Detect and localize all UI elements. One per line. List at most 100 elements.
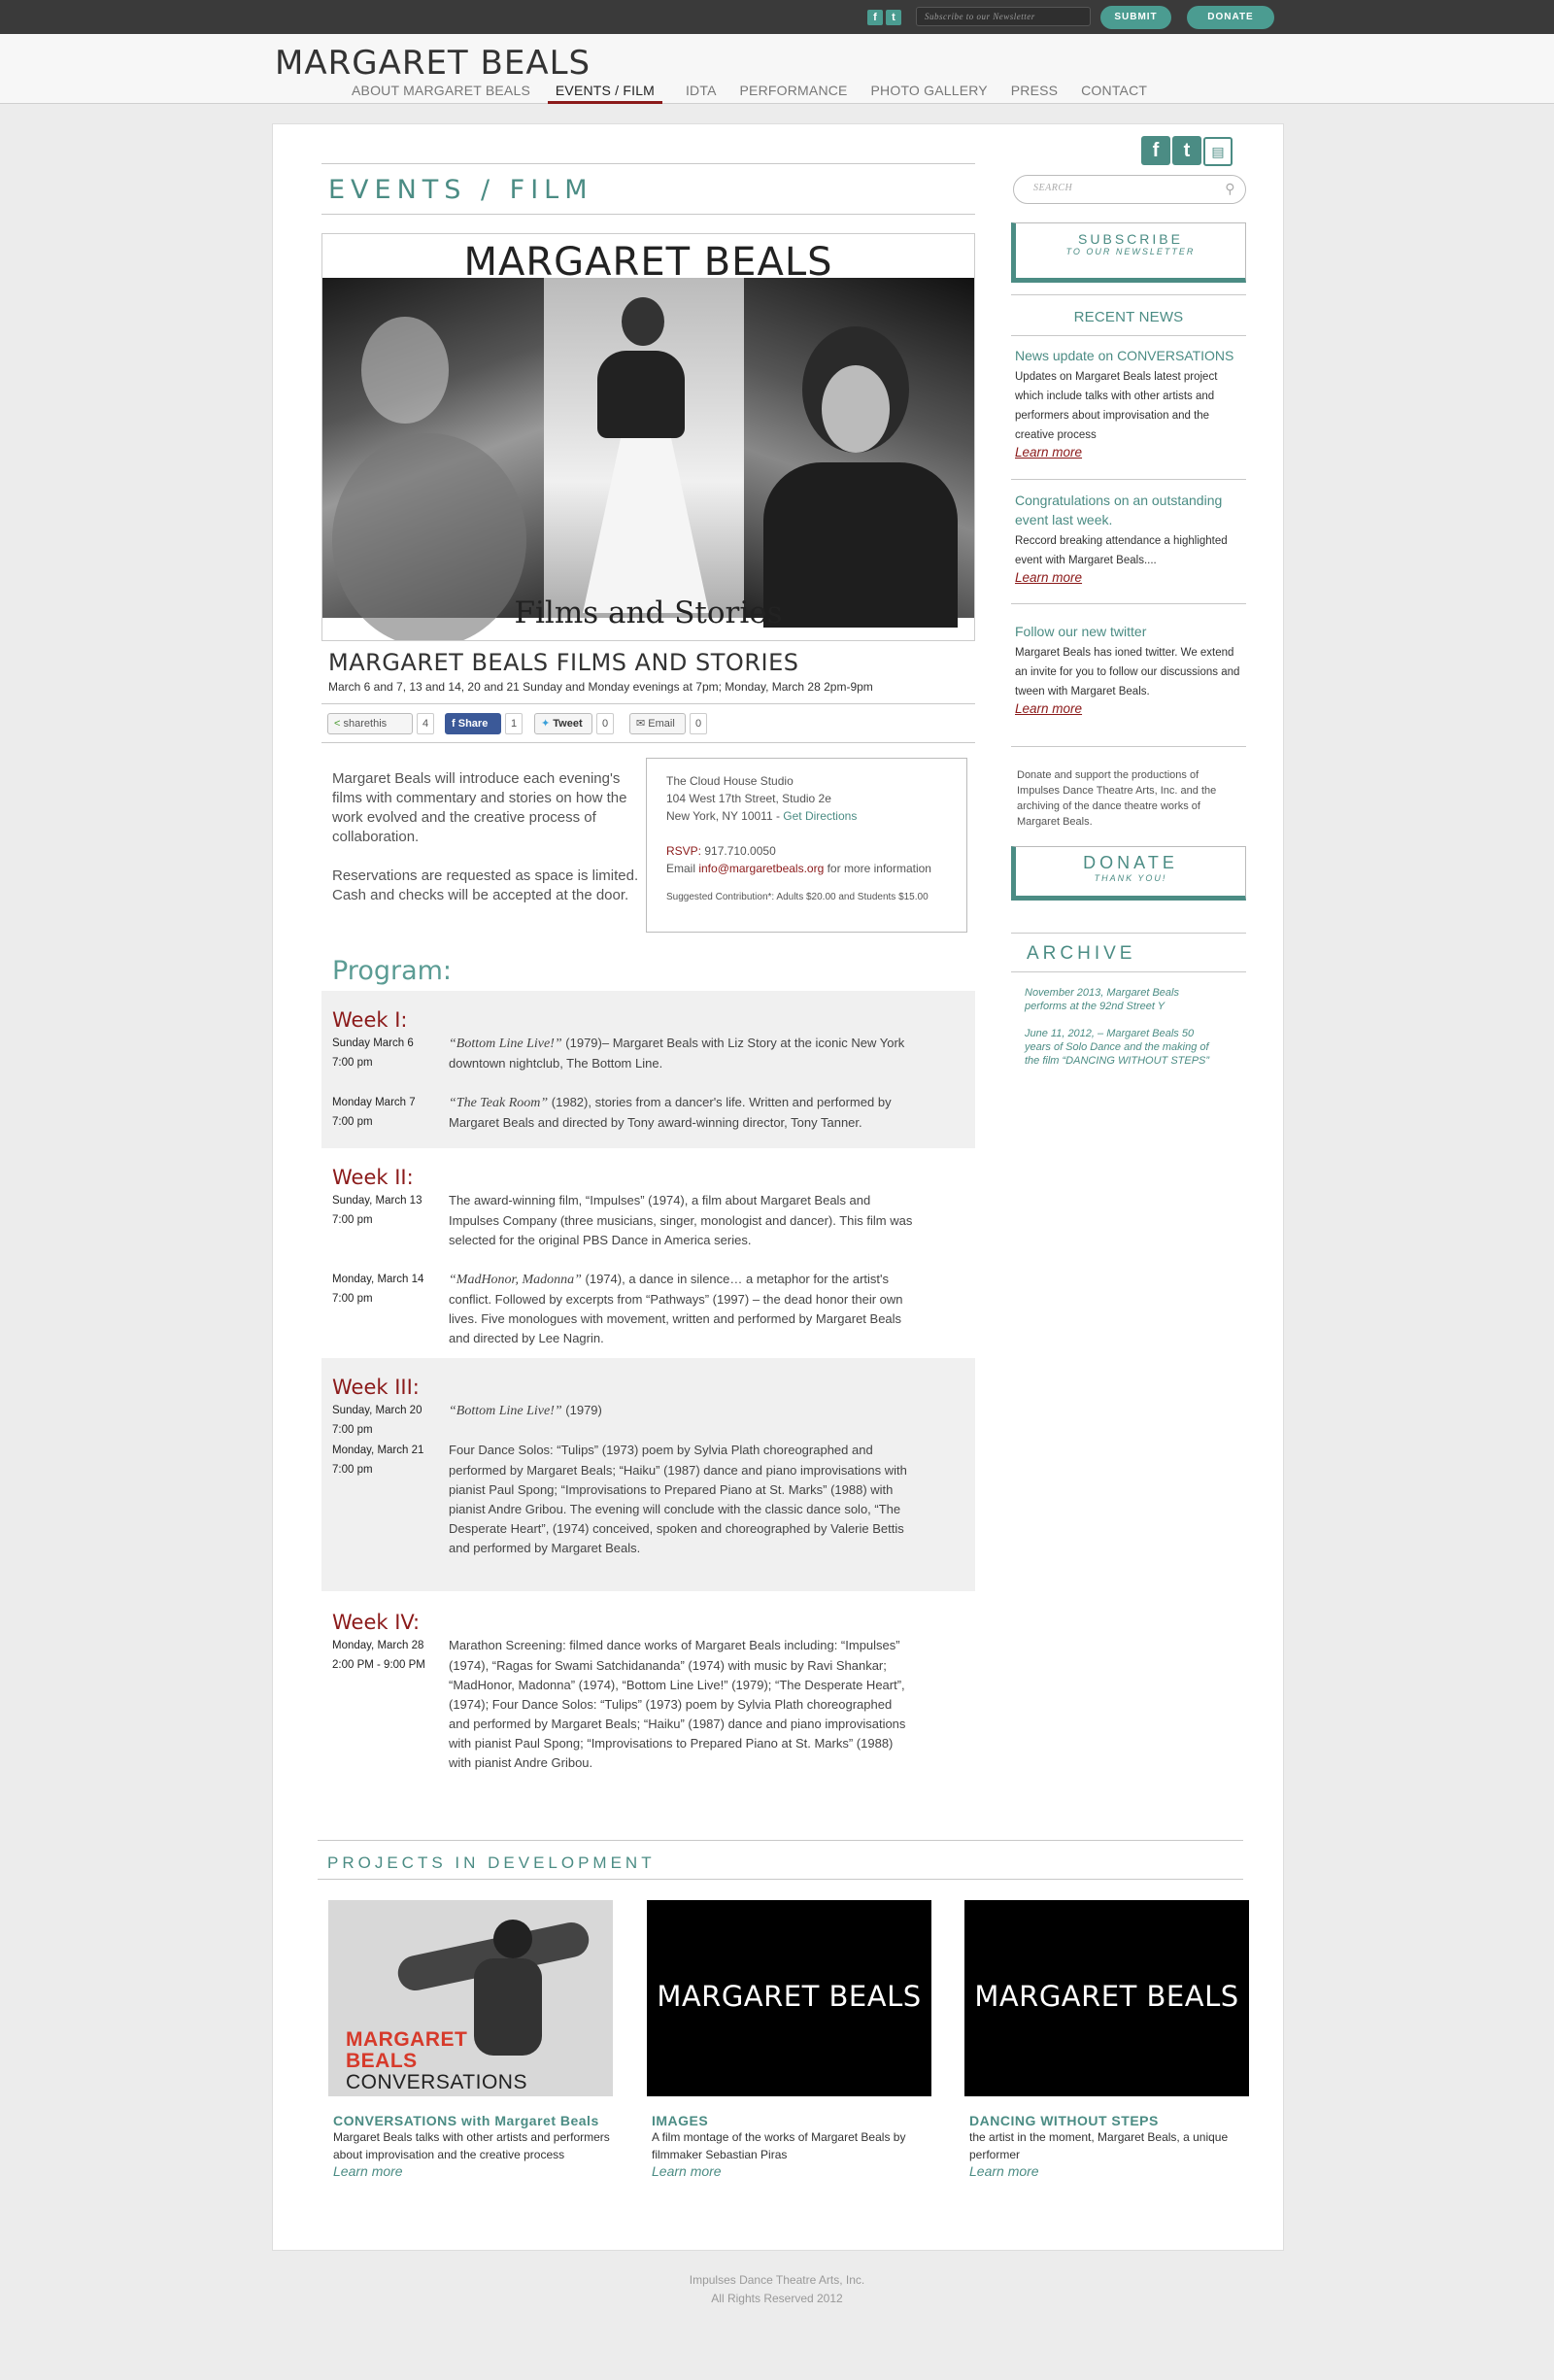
program-entry: Sunday March 6 7:00 pm “Bottom Line Live!… <box>332 1034 975 1073</box>
divider <box>321 742 975 743</box>
main-nav: ABOUT MARGARET BEALS EVENTS / FILM IDTA … <box>352 83 1166 104</box>
entry-text: Four Dance Solos: “Tulips” (1973) poem b… <box>449 1443 907 1555</box>
learn-more-link[interactable]: Learn more <box>1015 701 1240 716</box>
entry-when: Monday, March 28 2:00 PM - 9:00 PM <box>332 1636 439 1675</box>
twitter-icon[interactable]: t <box>886 10 901 25</box>
sidebar-social-icons: f t ▤ <box>1139 136 1233 166</box>
project-thumbnail[interactable]: MARGARET BEALS <box>647 1900 931 2096</box>
program-entry: Monday, March 14 7:00 pm “MadHonor, Madon… <box>332 1270 975 1348</box>
sharethis-button[interactable]: < sharethis <box>327 713 413 734</box>
entry-when: Sunday March 6 7:00 pm <box>332 1034 439 1072</box>
nav-item-photo-gallery[interactable]: PHOTO GALLERY <box>871 83 988 104</box>
facebook-icon[interactable]: f <box>1141 136 1170 165</box>
venue-box: The Cloud House Studio 104 West 17th Str… <box>646 758 967 933</box>
donate-sublabel: THANK YOU! <box>1094 873 1167 883</box>
entry-description: Marathon Screening: filmed dance works o… <box>449 1636 915 1773</box>
entry-day: Sunday, March 20 <box>332 1405 422 1416</box>
newsletter-submit-button[interactable]: SUBMIT <box>1100 6 1171 29</box>
site-footer: Impulses Dance Theatre Arts, Inc. All Ri… <box>0 2271 1554 2308</box>
newsletter-email-input[interactable]: Subscribe to our Newsletter <box>916 7 1091 26</box>
nav-item-about[interactable]: ABOUT MARGARET BEALS <box>352 83 530 104</box>
nav-item-press[interactable]: PRESS <box>1011 83 1058 104</box>
rsvp-label: RSVP: <box>666 844 702 858</box>
project-title[interactable]: DANCING WITHOUT STEPS <box>969 2113 1249 2128</box>
email-share-button[interactable]: ✉ Email <box>629 713 686 734</box>
learn-more-link[interactable]: Learn more <box>333 2163 613 2179</box>
sidebar-search-input[interactable]: SEARCH ⚲ <box>1013 175 1246 204</box>
program-week: Week IV: Monday, March 28 2:00 PM - 9:00 … <box>321 1593 975 1770</box>
entry-text: Marathon Screening: filmed dance works o… <box>449 1638 906 1770</box>
tweet-count: 0 <box>596 713 614 734</box>
news-item: Follow our new twitter Margaret Beals ha… <box>1015 622 1240 716</box>
program-entry: Monday, March 21 7:00 pm Four Dance Solos… <box>332 1441 975 1558</box>
news-item: Congratulations on an outstanding event … <box>1015 491 1240 585</box>
facebook-share-button[interactable]: f Share <box>445 713 501 734</box>
entry-description: “MadHonor, Madonna” (1974), a dance in s… <box>449 1270 915 1348</box>
nav-item-performance[interactable]: PERFORMANCE <box>740 83 848 104</box>
donate-top-button[interactable]: DONATE <box>1187 6 1274 29</box>
learn-more-link[interactable]: Learn more <box>969 2163 1249 2179</box>
news-description: Margaret Beals has ioned twitter. We ext… <box>1015 647 1240 697</box>
news-title[interactable]: Congratulations on an outstanding event … <box>1015 491 1240 529</box>
subscribe-box[interactable]: SUBSCRIBE TO OUR NEWSLETTER <box>1011 222 1246 283</box>
learn-more-link[interactable]: Learn more <box>1015 445 1240 459</box>
nav-item-events-film[interactable]: EVENTS / FILM <box>547 83 663 104</box>
program-week: Week III: Sunday, March 20 7:00 pm “Botto… <box>321 1358 975 1591</box>
site-logo[interactable]: MARGARET BEALS <box>275 44 591 83</box>
event-dates: March 6 and 7, 13 and 14, 20 and 21 Sund… <box>328 680 873 694</box>
entry-text: The award-winning film, “Impulses” (1974… <box>449 1193 913 1247</box>
thumb-line: MARGARET <box>346 2028 468 2051</box>
program-week: Week I: Sunday March 6 7:00 pm “Bottom Li… <box>321 991 975 1148</box>
projects-title: PROJECTS IN DEVELOPMENT <box>327 1853 656 1872</box>
newsletter-icon[interactable]: ▤ <box>1203 137 1233 166</box>
entry-day: Monday March 7 <box>332 1097 416 1108</box>
entry-description: “Bottom Line Live!” (1979)– Margaret Bea… <box>449 1034 915 1073</box>
divider <box>1011 603 1246 604</box>
hero-photo-dancer-center <box>544 278 744 618</box>
entry-day: Monday, March 14 <box>332 1274 424 1285</box>
top-social-links: ft <box>867 8 904 25</box>
email-link[interactable]: info@margaretbeals.org <box>698 862 824 875</box>
project-description: the artist in the moment, Margaret Beals… <box>969 2130 1229 2161</box>
learn-more-link[interactable]: Learn more <box>1015 570 1240 585</box>
email-suffix: for more information <box>824 862 931 875</box>
twitter-icon[interactable]: t <box>1172 136 1201 165</box>
divider <box>1011 746 1246 747</box>
intro-paragraph: Reservations are requested as space is l… <box>332 867 639 903</box>
project-card: MARGARET BEALS IMAGES A film montage of … <box>647 1900 931 2179</box>
thumb-logo-text: MARGARET BEALS <box>974 1980 1239 2013</box>
divider <box>321 214 975 215</box>
donate-box[interactable]: DONATE THANK YOU! <box>1011 846 1246 901</box>
twitter-icon: ✦ <box>541 718 551 730</box>
sharethis-count: 4 <box>417 713 434 734</box>
news-title[interactable]: Follow our new twitter <box>1015 622 1240 641</box>
divider <box>1011 479 1246 480</box>
nav-item-idta[interactable]: IDTA <box>686 83 717 104</box>
entry-film-title: “The Teak Room” <box>449 1096 549 1110</box>
news-title[interactable]: News update on CONVERSATIONS <box>1015 346 1240 365</box>
project-thumbnail[interactable]: MARGARET BEALS <box>964 1900 1249 2096</box>
search-icon[interactable]: ⚲ <box>1225 182 1235 198</box>
learn-more-link[interactable]: Learn more <box>652 2163 931 2179</box>
archive-item[interactable]: November 2013, Margaret Beals performs a… <box>1025 986 1219 1013</box>
suggested-contribution: Suggested Contribution*: Adults $20.00 a… <box>666 892 929 902</box>
get-directions-link[interactable]: Get Directions <box>783 809 857 823</box>
archive-item[interactable]: June 11, 2012, – Margaret Beals 50 years… <box>1025 1027 1219 1068</box>
program-entry: Sunday, March 13 7:00 pm The award-winnin… <box>332 1191 975 1250</box>
subscribe-sublabel: TO OUR NEWSLETTER <box>1065 247 1196 256</box>
envelope-icon: ✉ <box>636 718 646 730</box>
program-entry: Sunday, March 20 7:00 pm “Bottom Line Liv… <box>332 1401 975 1436</box>
email-prefix: Email <box>666 862 699 875</box>
recent-news-title: RECENT NEWS <box>1073 309 1184 325</box>
email-line: Email info@margaretbeals.org for more in… <box>666 860 947 877</box>
facebook-icon[interactable]: f <box>867 10 883 25</box>
project-title[interactable]: CONVERSATIONS with Margaret Beals <box>333 2113 613 2128</box>
donate-text: Donate and support the productions of Im… <box>1017 769 1217 828</box>
project-card: MARGARET BEALS CONVERSATIONS CONVERSATIO… <box>328 1900 613 2179</box>
project-thumbnail[interactable]: MARGARET BEALS CONVERSATIONS <box>328 1900 613 2096</box>
footer-company: Impulses Dance Theatre Arts, Inc. <box>689 2273 865 2287</box>
tweet-button[interactable]: ✦ Tweet <box>534 713 592 734</box>
nav-item-contact[interactable]: CONTACT <box>1081 83 1147 104</box>
project-title[interactable]: IMAGES <box>652 2113 931 2128</box>
event-intro: Margaret Beals will introduce each eveni… <box>332 769 643 925</box>
